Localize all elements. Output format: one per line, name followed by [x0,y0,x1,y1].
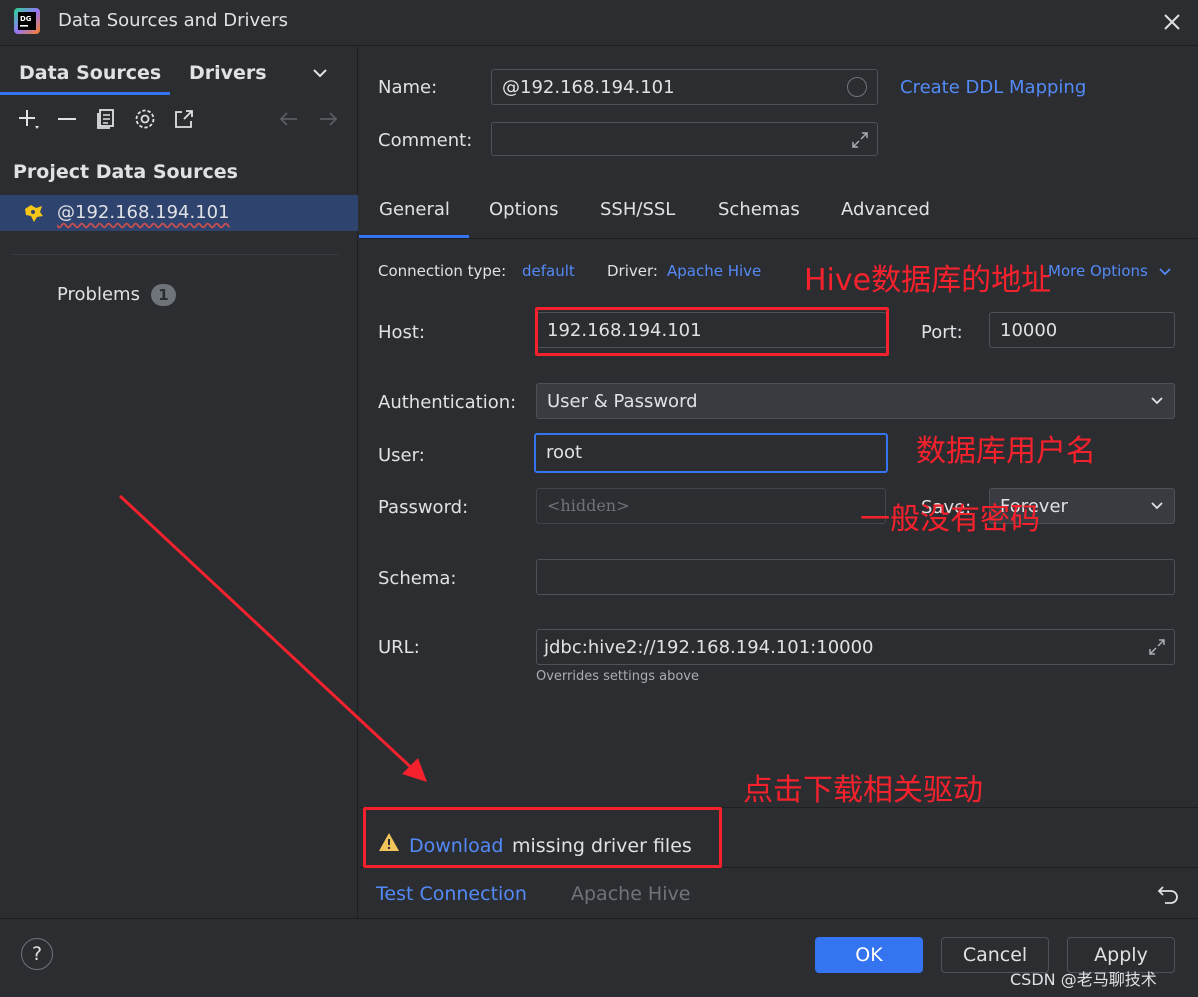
comment-label: Comment: [378,130,473,151]
user-value: root [546,442,583,463]
color-indicator-icon[interactable] [847,77,867,97]
download-annotation-text: 点击下载相关驱动 [743,773,983,808]
authentication-select[interactable]: User & Password [536,383,1175,419]
port-value: 10000 [1000,320,1058,341]
name-value: @192.168.194.101 [502,77,675,98]
add-icon[interactable] [16,107,40,131]
tab-ssh-ssl[interactable]: SSH/SSL [600,199,675,220]
title-bar: DG Data Sources and Drivers [0,0,1198,46]
chevron-down-icon[interactable] [310,65,330,81]
more-options-link[interactable]: More Options [1048,262,1148,280]
tab-schemas[interactable]: Schemas [718,199,800,220]
password-field[interactable]: <hidden> [536,488,886,524]
tab-drivers[interactable]: Drivers [189,62,267,84]
close-icon[interactable] [1158,8,1186,36]
driver-label: Driver: [607,262,658,280]
download-annotation-box [363,807,722,868]
window-title: Data Sources and Drivers [58,10,288,31]
host-annotation-text: Hive数据库的地址 [804,263,1052,298]
name-field[interactable]: @192.168.194.101 [491,69,878,105]
url-label: URL: [378,637,420,658]
authentication-label: Authentication: [378,392,517,413]
csdn-watermark: CSDN @老马聊技术 [1010,970,1157,989]
port-label: Port: [921,322,963,343]
password-annotation-text: 一般没有密码 [860,502,1040,537]
url-hint: Overrides settings above [536,669,699,684]
user-field[interactable]: root [534,433,888,473]
user-label: User: [378,445,425,466]
svg-text:DG: DG [20,15,32,23]
left-tabs: Data Sources Drivers [0,47,358,97]
forward-arrow-icon[interactable] [316,107,340,131]
schema-label: Schema: [378,568,457,589]
driver-link[interactable]: Apache Hive [667,262,761,280]
url-value: jdbc:hive2://192.168.194.101:10000 [544,637,874,658]
datagrip-logo-icon: DG [14,8,40,34]
duplicate-icon[interactable] [94,107,118,131]
remove-icon[interactable] [55,107,79,131]
host-annotation-box [535,307,889,356]
chevron-down-icon[interactable] [1158,266,1172,278]
left-panel: Data Sources Drivers Project Data Source… [0,47,358,918]
datasource-label: @192.168.194.101 [57,202,230,223]
ok-button[interactable]: OK [815,937,923,973]
problems-count-badge: 1 [151,284,176,306]
gear-icon[interactable] [133,107,157,131]
tab-separator [359,238,1198,239]
chevron-down-icon [1151,397,1163,405]
user-annotation-text: 数据库用户名 [916,434,1096,469]
problems-item[interactable]: Problems [57,284,140,305]
expand-icon[interactable] [1148,638,1166,656]
revert-icon[interactable] [1157,882,1179,904]
url-field[interactable]: jdbc:hive2://192.168.194.101:10000 [536,629,1175,665]
expand-icon[interactable] [851,131,869,149]
driver-footer-label: Apache Hive [571,883,691,905]
connection-type-label: Connection type: [378,262,507,280]
left-toolbar [0,103,358,137]
name-label: Name: [378,77,438,98]
divider [12,254,338,255]
tab-advanced[interactable]: Advanced [841,199,930,220]
datasource-item[interactable]: @192.168.194.101 [0,195,358,231]
authentication-value: User & Password [547,391,698,412]
chevron-down-icon [1151,502,1163,510]
tab-general[interactable]: General [379,199,450,220]
back-arrow-icon[interactable] [277,107,301,131]
host-label: Host: [378,322,426,343]
password-label: Password: [378,497,469,518]
open-external-icon[interactable] [172,107,196,131]
tab-options[interactable]: Options [489,199,558,220]
test-connection-link[interactable]: Test Connection [376,883,527,905]
hive-icon [25,205,43,222]
schema-field[interactable] [536,559,1175,595]
comment-field[interactable] [491,122,878,156]
bottom-bar: Test Connection Apache Hive [359,867,1198,918]
tab-data-sources[interactable]: Data Sources [19,62,161,84]
connection-type-link[interactable]: default [522,262,575,280]
active-tab-indicator [0,92,170,95]
create-ddl-mapping-link[interactable]: Create DDL Mapping [900,77,1086,98]
help-button[interactable]: ? [21,938,53,970]
password-placeholder: <hidden> [547,496,630,515]
project-data-sources-title: Project Data Sources [13,161,238,183]
port-field[interactable]: 10000 [989,312,1175,348]
